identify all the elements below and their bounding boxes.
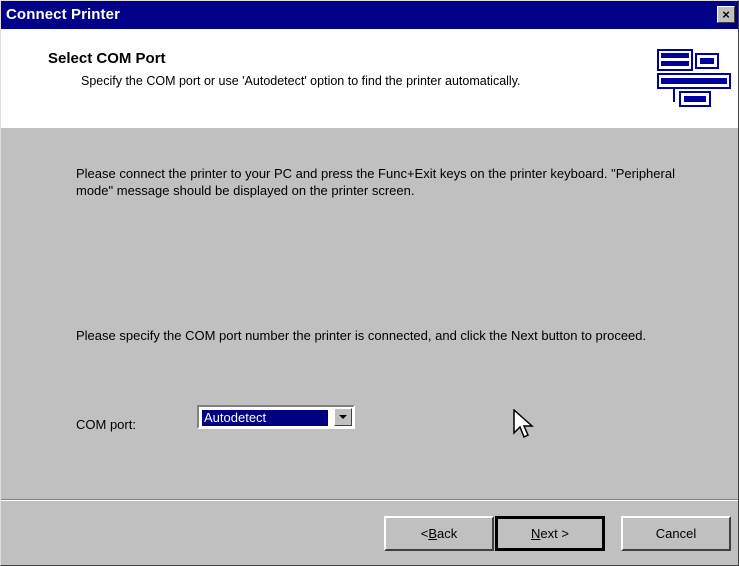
cancel-button-label: Cancel — [655, 526, 697, 541]
close-button[interactable]: × — [717, 6, 735, 23]
connect-instructions: Please connect the printer to your PC an… — [76, 166, 675, 198]
back-button[interactable]: < Back — [384, 516, 494, 551]
window-title: Connect Printer — [6, 6, 121, 23]
com-port-select[interactable]: Autodetect — [197, 405, 355, 429]
back-button-prefix: < — [420, 526, 429, 541]
mouse-pointer-icon — [513, 409, 534, 439]
footer-divider — [1, 499, 738, 501]
next-button-accel: N — [531, 526, 541, 541]
next-button-label: ext > — [540, 526, 569, 541]
back-button-label: ack — [437, 526, 458, 541]
header-divider — [1, 127, 738, 128]
chevron-down-icon[interactable] — [334, 408, 352, 426]
next-button[interactable]: Next > — [495, 516, 605, 551]
title-bar[interactable]: Connect Printer × — [1, 1, 738, 29]
com-port-instructions: Please specify the COM port number the p… — [76, 328, 647, 343]
back-button-accel: B — [428, 526, 438, 541]
wizard-header: Select COM Port Specify the COM port or … — [1, 29, 738, 128]
cancel-button[interactable]: Cancel — [621, 516, 731, 551]
connect-printer-dialog: Connect Printer × Select COM Port Specif… — [0, 0, 739, 566]
printer-display-icon — [657, 49, 731, 107]
step-subtitle: Specify the COM port or use 'Autodetect'… — [81, 74, 521, 88]
com-port-label: COM port: — [76, 417, 136, 432]
step-title: Select COM Port — [48, 50, 166, 67]
com-port-selected-value[interactable]: Autodetect — [202, 410, 328, 426]
